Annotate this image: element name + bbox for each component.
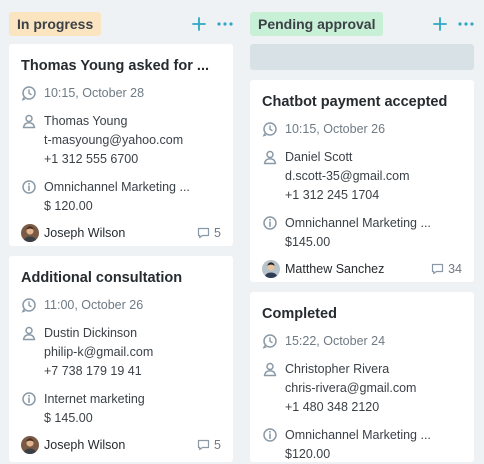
deal-card[interactable]: Thomas Young asked for ... 10:15, Octobe… — [9, 44, 233, 246]
card-time: 15:22, October 24 — [285, 334, 386, 348]
stage-label[interactable]: In progress — [9, 12, 102, 36]
card-contact: Thomas Young t-masyoung@yahoo.com +1 312… — [44, 112, 183, 169]
avatar — [21, 436, 39, 454]
info-circle-icon — [262, 215, 278, 231]
card-contact: Christopher Rivera chris-rivera@gmail.co… — [285, 360, 416, 417]
column-in-progress: In progress Thomas Young asked for ... 1… — [9, 0, 233, 462]
contact-phone[interactable]: +1 480 348 2120 — [285, 398, 416, 417]
clock-chat-icon — [21, 297, 37, 313]
contact-email[interactable]: t-masyoung@yahoo.com — [44, 131, 183, 150]
card-product-row: Internet marketing $ 145.00 — [21, 390, 221, 428]
card-product-row: Omnichannel Marketing ... $ 120.00 — [21, 178, 221, 216]
person-icon — [21, 113, 37, 129]
deal-card[interactable]: Chatbot payment accepted 10:15, October … — [250, 80, 474, 282]
card-product-row: Omnichannel Marketing ... $120.00 — [262, 426, 462, 464]
card-product-row: Omnichannel Marketing ... $145.00 — [262, 214, 462, 252]
person-icon — [21, 325, 37, 341]
contact-name[interactable]: Christopher Rivera — [285, 360, 416, 379]
card-title[interactable]: Chatbot payment accepted — [262, 93, 462, 111]
plus-icon[interactable] — [191, 16, 207, 32]
card-footer: Matthew Sanchez 34 — [262, 260, 462, 278]
person-icon — [262, 149, 278, 165]
comments-number: 5 — [214, 438, 221, 452]
card-product: Omnichannel Marketing ... $145.00 — [285, 214, 431, 252]
card-footer: Joseph Wilson 5 — [21, 436, 221, 454]
comments-count[interactable]: 5 — [197, 438, 221, 452]
assignee-name: Matthew Sanchez — [285, 262, 385, 276]
product-name: Internet marketing — [44, 392, 145, 406]
card-product: Omnichannel Marketing ... $ 120.00 — [44, 178, 190, 216]
column-header: In progress — [9, 12, 233, 36]
card-product: Omnichannel Marketing ... $120.00 — [285, 426, 431, 464]
product-name: Omnichannel Marketing ... — [285, 428, 431, 442]
avatar — [21, 224, 39, 242]
comment-icon — [197, 439, 210, 451]
card-product: Internet marketing $ 145.00 — [44, 390, 145, 428]
contact-email[interactable]: chris-rivera@gmail.com — [285, 379, 416, 398]
card-time-row: 10:15, October 26 — [262, 120, 462, 139]
card-contact: Daniel Scott d.scott-35@gmail.com +1 312… — [285, 148, 410, 205]
product-price: $120.00 — [285, 447, 331, 461]
card-title[interactable]: Additional consultation — [21, 269, 221, 287]
info-circle-icon — [21, 179, 37, 195]
comment-icon — [431, 263, 444, 275]
assignee[interactable]: Joseph Wilson — [21, 224, 125, 242]
assignee[interactable]: Joseph Wilson — [21, 436, 125, 454]
deal-card[interactable]: Completed 15:22, October 24 Christopher … — [250, 292, 474, 462]
contact-email[interactable]: philip-k@gmail.com — [44, 343, 153, 362]
assignee-name: Joseph Wilson — [44, 226, 126, 240]
card-footer: Joseph Wilson 5 — [21, 224, 221, 242]
assignee-name: Joseph Wilson — [44, 438, 126, 452]
column-header: Pending approval — [250, 12, 474, 36]
comments-number: 34 — [448, 262, 462, 276]
card-time-row: 11:00, October 26 — [21, 296, 221, 315]
info-circle-icon — [21, 391, 37, 407]
column-pending-approval: Pending approval Chatbot payment accepte… — [250, 0, 474, 462]
drop-placeholder[interactable] — [250, 44, 474, 70]
card-time-row: 15:22, October 24 — [262, 332, 462, 351]
column-actions — [432, 16, 474, 32]
plus-icon[interactable] — [432, 16, 448, 32]
clock-chat-icon — [21, 85, 37, 101]
card-time: 10:15, October 28 — [44, 86, 145, 100]
avatar — [262, 260, 280, 278]
more-horizontal-icon[interactable] — [458, 16, 474, 32]
card-title[interactable]: Thomas Young asked for ... — [21, 57, 221, 75]
contact-phone[interactable]: +7 738 179 19 41 — [44, 362, 153, 381]
card-time: 10:15, October 26 — [285, 122, 386, 136]
contact-phone[interactable]: +1 312 245 1704 — [285, 186, 410, 205]
card-contact-row: Daniel Scott d.scott-35@gmail.com +1 312… — [262, 148, 462, 205]
more-horizontal-icon[interactable] — [217, 16, 233, 32]
comments-count[interactable]: 5 — [197, 226, 221, 240]
deal-card[interactable]: Additional consultation 11:00, October 2… — [9, 256, 233, 462]
product-price: $145.00 — [285, 235, 331, 249]
contact-phone[interactable]: +1 312 555 6700 — [44, 150, 183, 169]
info-circle-icon — [262, 427, 278, 443]
comment-icon — [197, 227, 210, 239]
card-time-row: 10:15, October 28 — [21, 84, 221, 103]
contact-email[interactable]: d.scott-35@gmail.com — [285, 167, 410, 186]
contact-name[interactable]: Dustin Dickinson — [44, 324, 153, 343]
card-contact-row: Dustin Dickinson philip-k@gmail.com +7 7… — [21, 324, 221, 381]
product-price: $ 145.00 — [44, 411, 93, 425]
comments-number: 5 — [214, 226, 221, 240]
clock-chat-icon — [262, 333, 278, 349]
stage-label[interactable]: Pending approval — [250, 12, 384, 36]
card-contact-row: Christopher Rivera chris-rivera@gmail.co… — [262, 360, 462, 417]
assignee[interactable]: Matthew Sanchez — [262, 260, 384, 278]
contact-name[interactable]: Thomas Young — [44, 112, 183, 131]
person-icon — [262, 361, 278, 377]
column-actions — [191, 16, 233, 32]
card-contact-row: Thomas Young t-masyoung@yahoo.com +1 312… — [21, 112, 221, 169]
product-name: Omnichannel Marketing ... — [44, 180, 190, 194]
card-contact: Dustin Dickinson philip-k@gmail.com +7 7… — [44, 324, 153, 381]
product-name: Omnichannel Marketing ... — [285, 216, 431, 230]
card-title[interactable]: Completed — [262, 305, 462, 323]
card-time: 11:00, October 26 — [44, 298, 144, 312]
clock-chat-icon — [262, 121, 278, 137]
product-price: $ 120.00 — [44, 199, 93, 213]
comments-count[interactable]: 34 — [431, 262, 462, 276]
contact-name[interactable]: Daniel Scott — [285, 148, 410, 167]
